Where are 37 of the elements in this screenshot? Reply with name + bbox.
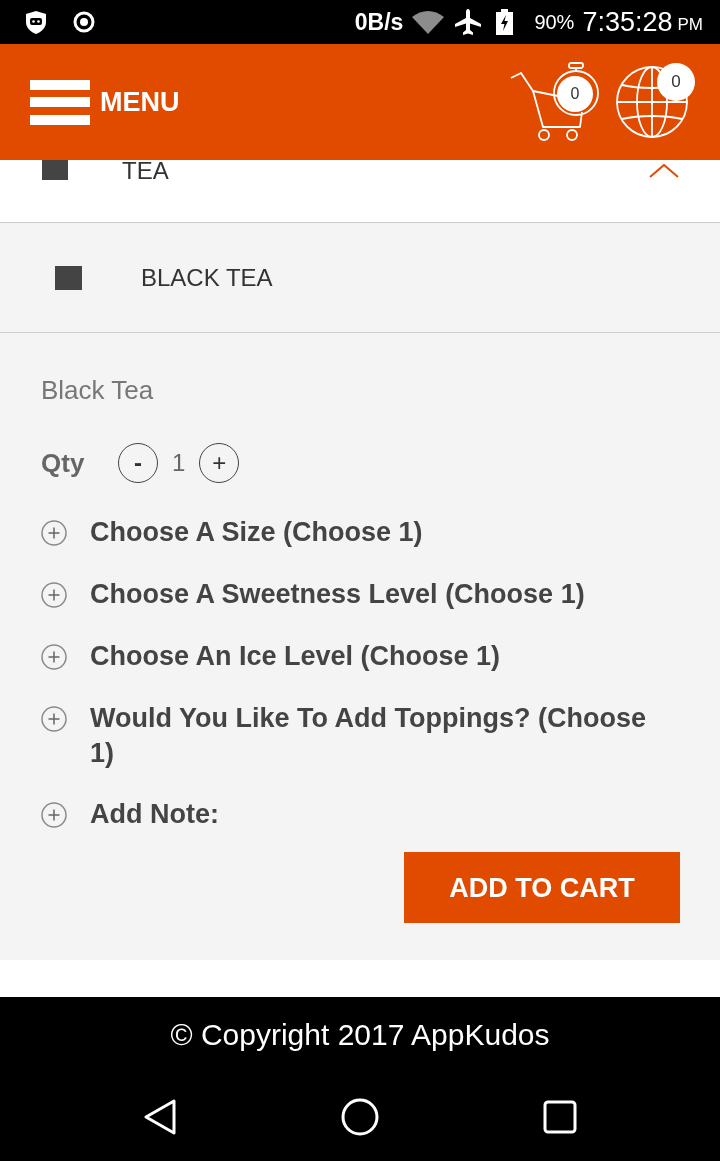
- clock-time: 7:35:28: [582, 7, 673, 37]
- subcategory-label: BLACK TEA: [141, 262, 273, 293]
- add-to-cart-button[interactable]: ADD TO CART: [404, 852, 680, 923]
- square-icon: [42, 160, 68, 180]
- recent-apps-icon[interactable]: [543, 1100, 577, 1134]
- airplane-icon: [454, 8, 483, 36]
- battery-charging-icon: [496, 9, 514, 35]
- product-name: Black Tea: [41, 374, 155, 406]
- plus-circle-icon[interactable]: [41, 802, 67, 828]
- globe-count-badge: 0: [657, 63, 695, 101]
- subcategory-row[interactable]: BLACK TEA: [0, 223, 720, 333]
- plus-circle-icon[interactable]: [41, 582, 67, 608]
- shield-icon: [25, 9, 47, 35]
- clock-period: PM: [677, 14, 703, 35]
- option-label[interactable]: Choose An Ice Level (Choose 1): [90, 639, 670, 674]
- menu-button[interactable]: MENU: [30, 79, 180, 125]
- option-label[interactable]: Add Note:: [90, 797, 670, 832]
- ring-dot-icon: [73, 11, 95, 33]
- plus-circle-icon[interactable]: [41, 520, 67, 546]
- menu-icon: [30, 79, 90, 125]
- plus-circle-icon[interactable]: [41, 706, 67, 732]
- option-label[interactable]: Choose A Sweetness Level (Choose 1): [90, 577, 670, 612]
- copyright-text: © Copyright 2017 AppKudos: [170, 1017, 550, 1053]
- category-row[interactable]: TEA: [0, 160, 720, 223]
- qty-value: 1: [172, 448, 186, 478]
- battery-level: 90%: [534, 10, 575, 34]
- option-label[interactable]: Would You Like To Add Toppings? (Choose 1): [90, 701, 670, 771]
- back-icon[interactable]: [144, 1099, 176, 1135]
- qty-label: Qty: [41, 447, 86, 479]
- category-label: TEA: [122, 158, 169, 184]
- wifi-icon: [411, 10, 446, 34]
- plus-circle-icon[interactable]: [41, 644, 67, 670]
- home-icon[interactable]: [341, 1098, 379, 1136]
- square-icon: [55, 265, 82, 290]
- option-label[interactable]: Choose A Size (Choose 1): [90, 515, 670, 550]
- cart-count-badge: 0: [557, 76, 593, 112]
- network-speed: 0B/s: [354, 8, 404, 36]
